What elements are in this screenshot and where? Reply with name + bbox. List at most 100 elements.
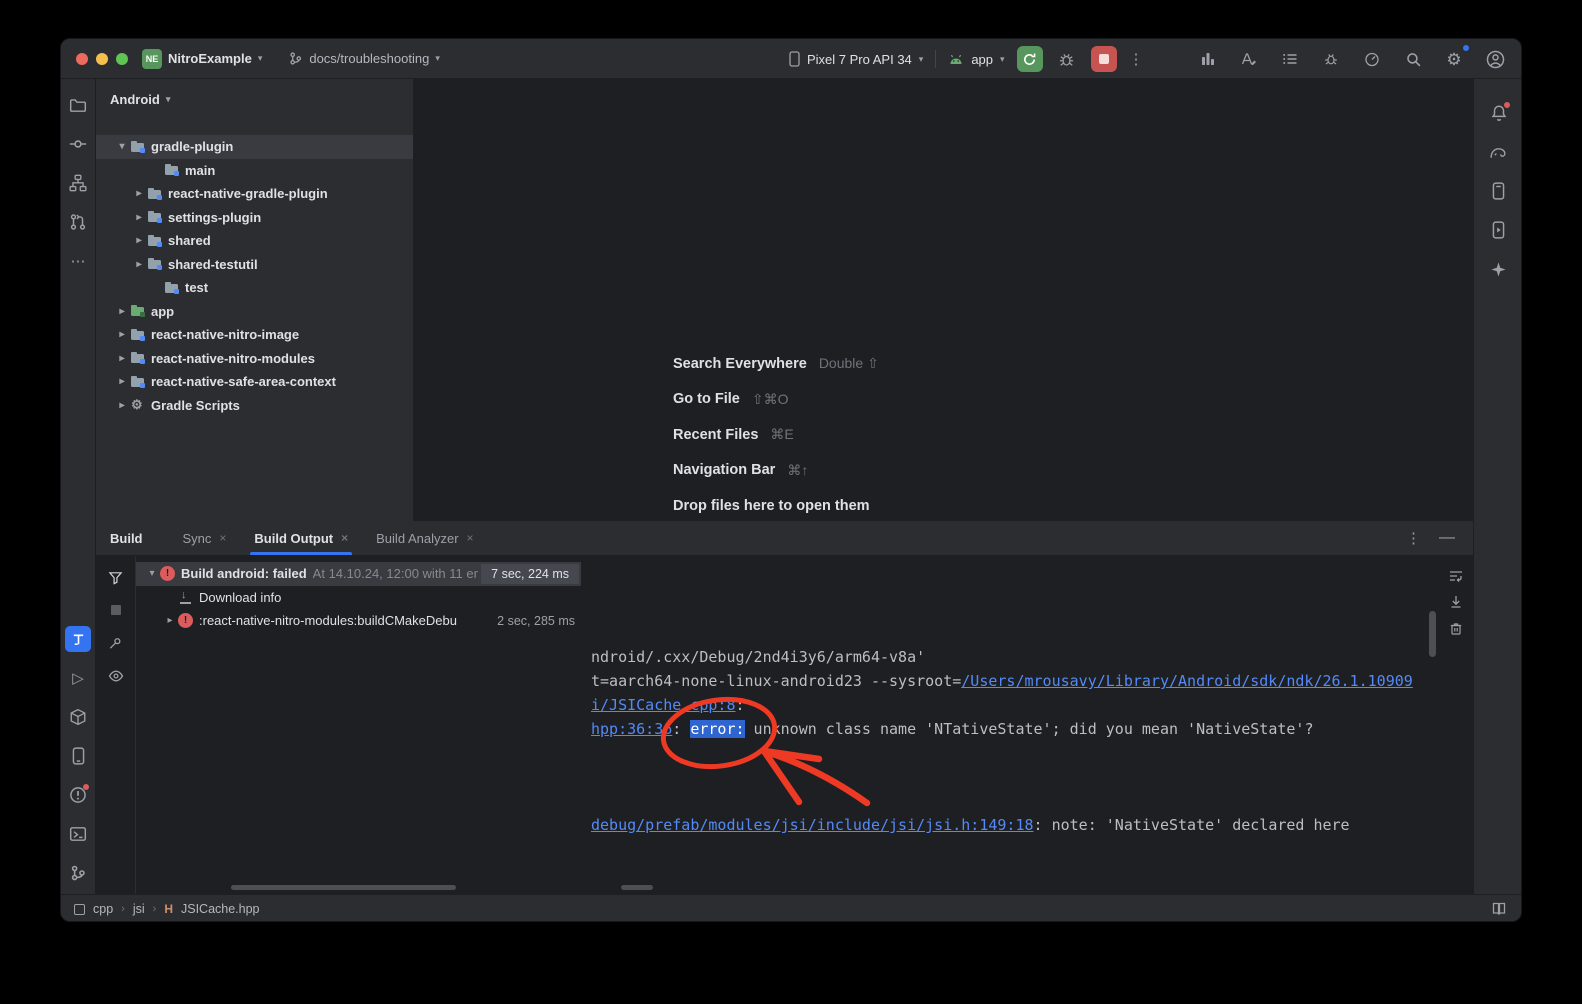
hide-panel-icon[interactable]: —	[1439, 529, 1455, 547]
panel-options-icon[interactable]: ⋮	[1406, 529, 1421, 547]
structure-tool-icon[interactable]	[65, 170, 91, 196]
breadcrumb-item[interactable]: cpp	[93, 902, 113, 916]
project-selector[interactable]: NE NitroExample ▾	[142, 49, 262, 69]
console-link[interactable]: i/JSICache.cpp:8	[591, 696, 736, 714]
version-control-tool-icon[interactable]	[65, 860, 91, 886]
gradle-tool-icon[interactable]	[1486, 139, 1512, 165]
build-panel-toolbar	[96, 556, 136, 894]
close-window-button[interactable]	[76, 53, 88, 65]
project-tree-item[interactable]: ▸ settings-plugin	[96, 206, 413, 230]
packages-tool-icon[interactable]	[65, 704, 91, 730]
stop-button[interactable]	[1091, 46, 1117, 72]
inspect-icon[interactable]	[104, 664, 128, 688]
settings-icon[interactable]: ⚙	[1442, 47, 1466, 71]
reader-mode-icon[interactable]	[1491, 901, 1507, 917]
run-tool-icon[interactable]: ▷	[65, 665, 91, 691]
run-configuration-selector[interactable]: app ▾	[948, 52, 1004, 67]
settings-notification-dot	[1463, 45, 1469, 51]
project-tree-item[interactable]: ▸Gradle Scripts	[96, 394, 413, 418]
more-tools-icon[interactable]: ⋯	[65, 248, 91, 274]
close-icon[interactable]: ×	[341, 531, 348, 545]
project-tree-item[interactable]: ▸app	[96, 300, 413, 324]
console-link[interactable]: /Users/mrousavy/Library/Android/sdk/ndk/…	[961, 672, 1413, 690]
chevron-right-icon[interactable]: ▸	[162, 615, 178, 626]
console-link[interactable]: hpp:36:36	[591, 720, 672, 738]
tree-item-label: settings-plugin	[168, 210, 261, 225]
pin-icon[interactable]	[104, 631, 128, 655]
running-devices-tool-icon[interactable]	[1486, 217, 1512, 243]
close-icon[interactable]: ×	[219, 531, 226, 545]
chevron-right-icon[interactable]: ▸	[114, 306, 130, 317]
build-console[interactable]: ndroid/.cxx/Debug/2nd4i3y6/arm64-v8a't=a…	[581, 556, 1429, 894]
project-tree-item[interactable]: ▸react-native-gradle-plugin	[96, 182, 413, 206]
todo-list-icon[interactable]	[1278, 47, 1302, 71]
chevron-right-icon[interactable]: ▸	[114, 376, 130, 387]
vcs-branch-selector[interactable]: docs/troubleshooting ▾	[288, 51, 440, 66]
device-manager-tool-icon[interactable]	[1486, 178, 1512, 204]
attach-debugger-icon[interactable]	[1319, 47, 1343, 71]
build-tree-item[interactable]: Download info	[136, 586, 581, 610]
minimize-window-button[interactable]	[96, 53, 108, 65]
tab-build-analyzer[interactable]: Build Analyzer×	[362, 521, 487, 555]
commit-tool-icon[interactable]	[65, 131, 91, 157]
chevron-down-icon[interactable]: ▾	[114, 141, 130, 152]
project-tree-item[interactable]: main	[96, 159, 413, 183]
notifications-icon[interactable]	[1486, 100, 1512, 126]
rerun-button[interactable]	[1017, 46, 1043, 72]
ai-rename-icon[interactable]	[1237, 47, 1261, 71]
close-icon[interactable]: ×	[467, 531, 474, 545]
chevron-right-icon[interactable]: ▸	[114, 353, 130, 364]
project-tree-item[interactable]: ▸shared	[96, 229, 413, 253]
build-tool-icon[interactable]	[65, 626, 91, 652]
titlebar: NE NitroExample ▾ docs/troubleshooting ▾…	[61, 39, 1521, 79]
zoom-window-button[interactable]	[116, 53, 128, 65]
tab-build-output[interactable]: Build Output×	[240, 521, 362, 555]
breadcrumb-item[interactable]: JSICache.hpp	[181, 902, 260, 916]
tab-sync[interactable]: Sync×	[169, 521, 241, 555]
console-vertical-scrollbar[interactable]	[1429, 611, 1436, 657]
search-icon[interactable]	[1401, 47, 1425, 71]
clear-console-icon[interactable]	[1448, 620, 1464, 636]
chevron-right-icon[interactable]: ▸	[114, 400, 130, 411]
project-tree-item[interactable]: ▸react-native-safe-area-context	[96, 370, 413, 394]
ai-assistant-icon[interactable]	[1486, 256, 1512, 282]
project-view-selector[interactable]: Android ▾	[96, 79, 413, 107]
build-tree-item[interactable]: ▾!Build android: failedAt 14.10.24, 12:0…	[136, 562, 581, 586]
stop-build-icon[interactable]	[104, 598, 128, 622]
scroll-to-end-icon[interactable]	[1448, 594, 1464, 610]
project-tree-item[interactable]: test	[96, 276, 413, 300]
chevron-right-icon[interactable]: ▸	[114, 329, 130, 340]
more-actions-icon[interactable]: ⋮	[1129, 50, 1144, 68]
device-explorer-tool-icon[interactable]	[65, 743, 91, 769]
console-line: hpp:36:36: error: unknown class name 'NT…	[591, 717, 1429, 741]
problems-tool-icon[interactable]	[65, 782, 91, 808]
more-horizontal-icon: ⋯	[71, 254, 86, 269]
soft-wrap-icon[interactable]	[1448, 568, 1464, 584]
project-tool-icon[interactable]	[65, 92, 91, 118]
build-tabs: Sync×Build Output×Build Analyzer×	[169, 521, 488, 555]
build-tree-horizontal-scrollbar[interactable]	[231, 885, 456, 890]
project-tree-item[interactable]: ▾gradle-plugin	[96, 135, 413, 159]
build-tree-item[interactable]: ▸!:react-native-nitro-modules:buildCMake…	[136, 609, 581, 633]
profile-icon[interactable]	[1483, 47, 1507, 71]
profiler-icon[interactable]	[1360, 47, 1384, 71]
project-tree-item[interactable]: ▸react-native-nitro-image	[96, 323, 413, 347]
build-item-title: Download info	[199, 590, 281, 605]
device-streaming-icon[interactable]	[1196, 47, 1220, 71]
device-selector[interactable]: Pixel 7 Pro API 34 ▾	[789, 51, 923, 67]
chevron-right-icon[interactable]: ▸	[131, 235, 147, 246]
filter-icon[interactable]	[104, 565, 128, 589]
project-tree-item[interactable]: ▸shared-testutil	[96, 253, 413, 277]
pull-requests-tool-icon[interactable]	[65, 209, 91, 235]
chevron-down-icon[interactable]: ▾	[144, 568, 160, 579]
console-link[interactable]: debug/prefab/modules/jsi/include/jsi/jsi…	[591, 816, 1034, 834]
editor-area[interactable]: Search EverywhereDouble ⇧Go to File⇧⌘ORe…	[413, 79, 1473, 521]
chevron-right-icon[interactable]: ▸	[131, 259, 147, 270]
chevron-right-icon[interactable]: ▸	[131, 188, 147, 199]
breadcrumb-item[interactable]: jsi	[133, 902, 145, 916]
project-tree-item[interactable]: ▸react-native-nitro-modules	[96, 347, 413, 371]
console-horizontal-scrollbar[interactable]	[621, 885, 653, 890]
debug-button[interactable]	[1055, 47, 1079, 71]
chevron-right-icon[interactable]: ▸	[131, 212, 147, 223]
terminal-tool-icon[interactable]	[65, 821, 91, 847]
